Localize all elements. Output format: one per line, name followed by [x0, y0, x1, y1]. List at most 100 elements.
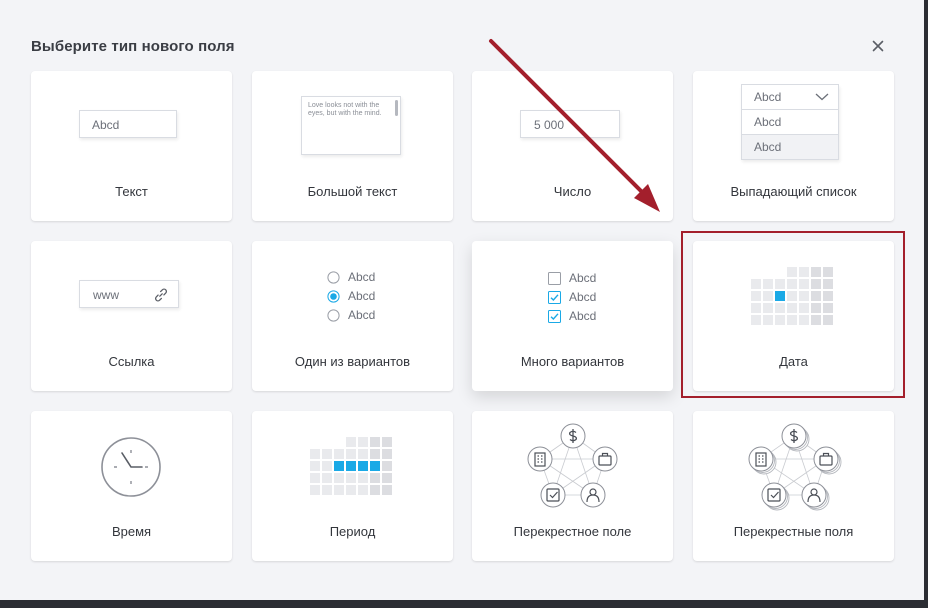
calendar-day [763, 303, 773, 313]
field-type-card-period[interactable]: Период [252, 411, 453, 561]
calendar-day [811, 291, 821, 301]
checkbox-option-label: Abcd [569, 271, 597, 285]
building-icon [527, 446, 553, 472]
field-type-card-cross-field[interactable]: Перекрестное поле [472, 411, 673, 561]
calendar-day [382, 473, 392, 483]
radio-option-label: Abcd [348, 289, 376, 303]
card-label: Ссылка [108, 354, 155, 369]
calendar-day [787, 291, 797, 301]
calendar-day [775, 279, 785, 289]
checkbox-icon [548, 272, 561, 285]
person-icon [580, 482, 606, 508]
calendar-day [334, 485, 344, 495]
entity-network-icon [527, 423, 618, 508]
link-icon [155, 288, 167, 302]
card-label: Время [111, 524, 152, 539]
dropdown-selected: Abcd [741, 84, 839, 110]
field-type-card-multi-choice[interactable]: Abcd Abcd Abcd Много вариантов [472, 241, 673, 391]
checkbox-checked-icon [548, 310, 561, 323]
calendar-day [823, 315, 833, 325]
field-type-card-time[interactable]: Время [31, 411, 232, 561]
field-type-card-link[interactable]: www Ссылка [31, 241, 232, 391]
calendar-day-selected [334, 461, 344, 471]
calendar-illustration [693, 241, 894, 351]
field-type-card-big-text[interactable]: Love looks not with the eyes, but with t… [252, 71, 453, 221]
field-type-card-cross-fields[interactable]: Перекрестные поля [693, 411, 894, 561]
network-illustration [472, 411, 673, 521]
calendar-icon [751, 267, 833, 325]
calendar-day [382, 437, 392, 447]
calendar-day [763, 291, 773, 301]
checkbox-option-label: Abcd [569, 290, 597, 304]
dialog-title: Выберите тип нового поля [31, 38, 235, 55]
dropdown-option-highlighted: Abcd [741, 134, 839, 160]
radio-option-label: Abcd [348, 270, 376, 284]
person-icon [801, 482, 830, 511]
calendar-range-icon [310, 437, 392, 495]
close-icon[interactable] [866, 34, 890, 58]
field-type-card-dropdown[interactable]: Abcd Abcd Abcd Выпадающий список [693, 71, 894, 221]
textarea-illustration: Love looks not with the eyes, but with t… [252, 71, 453, 181]
sample-dropdown: Abcd Abcd Abcd [741, 84, 839, 160]
calendar-day [358, 485, 368, 495]
card-label: Перекрестные поля [733, 524, 854, 539]
field-type-card-date[interactable]: Дата [693, 241, 894, 391]
link-input-illustration: www [31, 241, 232, 351]
clock-illustration [31, 411, 232, 521]
field-type-card-single-choice[interactable]: Abcd Abcd Abcd Один из вариантов [252, 241, 453, 391]
calendar-day [358, 437, 368, 447]
calendar-day [811, 279, 821, 289]
period-calendar-illustration [252, 411, 453, 521]
card-label: Дата [779, 354, 808, 369]
calendar-day [346, 485, 356, 495]
clock-icon [101, 437, 161, 497]
calendar-day [322, 485, 332, 495]
entity-network-multiple-icon [748, 423, 842, 511]
calendar-day [811, 303, 821, 313]
new-field-type-dialog: Выберите тип нового поля Abcd Текст Love… [0, 0, 924, 600]
calendar-day [763, 315, 773, 325]
calendar-day [823, 267, 833, 277]
calendar-day [823, 291, 833, 301]
field-type-card-number[interactable]: 5 000 Число [472, 71, 673, 221]
calendar-day [370, 449, 380, 459]
card-label: Текст [115, 184, 148, 199]
calendar-day [346, 449, 356, 459]
field-type-card-text[interactable]: Abcd Текст [31, 71, 232, 221]
calendar-day [787, 315, 797, 325]
calendar-day [382, 449, 392, 459]
text-input-illustration: Abcd [31, 71, 232, 181]
textarea-scrollbar [395, 100, 398, 116]
calendar-day [823, 303, 833, 313]
calendar-day [382, 461, 392, 471]
radio-option: Abcd [327, 306, 375, 325]
calendar-day [799, 315, 809, 325]
radio-option-label: Abcd [348, 308, 376, 322]
radio-checked-icon [327, 290, 340, 303]
calendar-day [751, 291, 761, 301]
calendar-day [811, 267, 821, 277]
card-label: Много вариантов [520, 354, 625, 369]
sample-checkbox-group: Abcd Abcd Abcd [548, 269, 596, 326]
calendar-day [799, 279, 809, 289]
dropdown-illustration: Abcd Abcd Abcd [693, 71, 894, 181]
calendar-day [334, 449, 344, 459]
checkbox-option-checked: Abcd [548, 307, 596, 326]
calendar-day [799, 291, 809, 301]
calendar-day [322, 473, 332, 483]
number-input-illustration: 5 000 [472, 71, 673, 181]
radio-option: Abcd [327, 268, 375, 287]
radio-icon [327, 309, 340, 322]
calendar-day [751, 303, 761, 313]
calendar-day [823, 279, 833, 289]
card-label: Перекрестное поле [513, 524, 632, 539]
radio-icon [327, 271, 340, 284]
calendar-day [310, 485, 320, 495]
calendar-day [334, 473, 344, 483]
sample-link-text: www [93, 288, 119, 302]
calendar-day [811, 315, 821, 325]
radio-option-selected: Abcd [327, 287, 375, 306]
chevron-down-icon [815, 93, 829, 101]
calendar-day [787, 303, 797, 313]
briefcase-icon [592, 446, 618, 472]
